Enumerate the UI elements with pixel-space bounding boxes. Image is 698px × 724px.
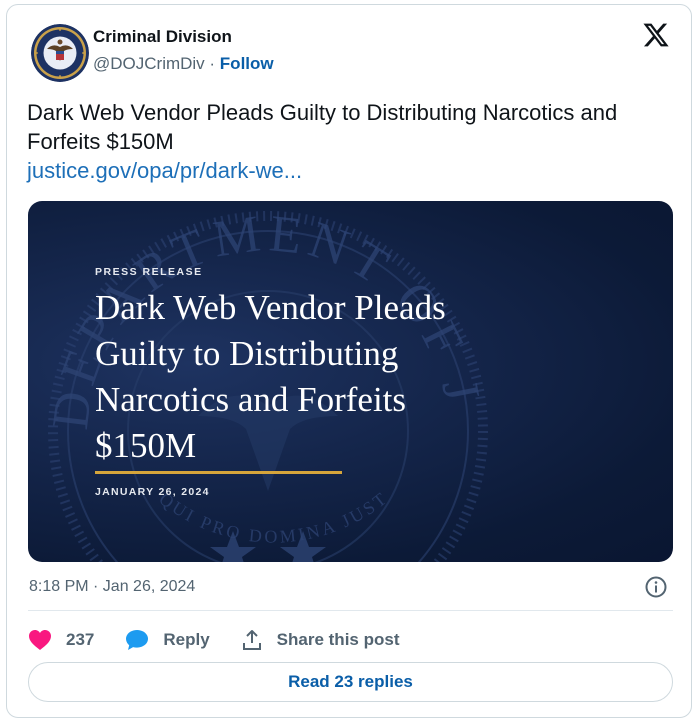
post-actions: 237 Reply Share this post [28, 627, 399, 653]
share-button[interactable]: Share this post [241, 629, 400, 651]
like-button[interactable]: 237 [28, 629, 94, 651]
author-name[interactable]: Criminal Division [93, 27, 232, 47]
divider [28, 610, 673, 611]
press-release-label: PRESS RELEASE [95, 266, 203, 278]
handle-separator: · [204, 54, 220, 73]
reply-button[interactable]: Reply [125, 629, 210, 651]
post-text: Dark Web Vendor Pleads Guilty to Distrib… [27, 100, 618, 154]
reply-label: Reply [163, 630, 210, 649]
x-logo-icon[interactable] [642, 21, 670, 49]
share-label: Share this post [276, 630, 400, 649]
info-icon[interactable] [644, 575, 668, 599]
heart-icon [29, 630, 51, 650]
doj-seal-avatar[interactable] [31, 24, 89, 82]
press-release-image[interactable]: DEPARTMENT OF JUSTICE QUI PRO DOMINA JUS… [28, 201, 673, 562]
share-icon [242, 630, 261, 650]
press-release-headline: Dark Web Vendor Pleads Guilty to Distrib… [95, 288, 446, 465]
reply-bubble-icon [126, 630, 149, 650]
post-text-block: Dark Web Vendor Pleads Guilty to Distrib… [27, 98, 677, 185]
post-link[interactable]: justice.gov/opa/pr/dark-we... [27, 156, 677, 185]
author-handle[interactable]: @DOJCrimDiv [93, 54, 205, 73]
press-release-date: JANUARY 26, 2024 [95, 486, 210, 498]
read-replies-button[interactable]: Read 23 replies [28, 662, 673, 702]
gold-divider [95, 471, 342, 474]
follow-button[interactable]: Follow [220, 54, 274, 73]
post-timestamp[interactable]: 8:18 PM · Jan 26, 2024 [29, 578, 195, 596]
embedded-post-card: Criminal Division @DOJCrimDiv · Follow D… [6, 4, 692, 718]
author-handle-row: @DOJCrimDiv · Follow [93, 54, 274, 74]
like-count: 237 [66, 630, 95, 649]
